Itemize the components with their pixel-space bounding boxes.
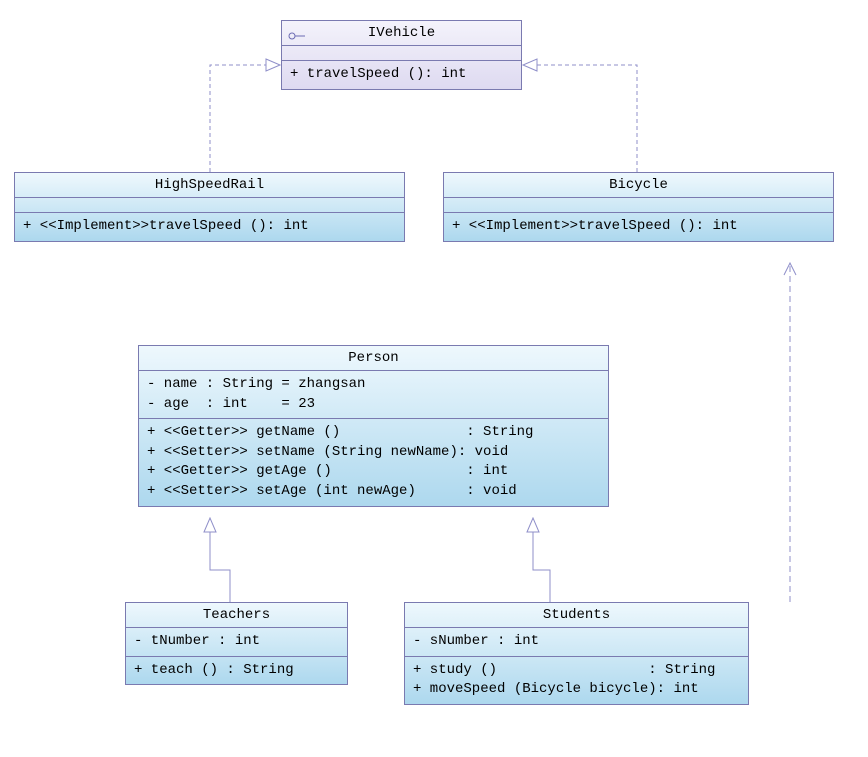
attribute: - age : int = 23 xyxy=(147,395,600,415)
class-name: IVehicle xyxy=(368,25,435,41)
class-name: Teachers xyxy=(203,607,270,623)
class-teachers: Teachers - tNumber : int + teach () : St… xyxy=(125,602,348,685)
methods-section: + teach () : String xyxy=(126,657,347,685)
class-name: Bicycle xyxy=(609,177,668,193)
method: + <<Getter>> getName () : String xyxy=(147,423,600,443)
attributes-section xyxy=(282,46,521,61)
methods-section: + travelSpeed (): int xyxy=(282,61,521,89)
class-title: Person xyxy=(139,346,608,371)
class-title: IVehicle xyxy=(282,21,521,46)
method: + teach () : String xyxy=(134,661,339,681)
class-person: Person - name : String = zhangsan - age … xyxy=(138,345,609,507)
method: + <<Setter>> setName (String newName): v… xyxy=(147,443,600,463)
attributes-section xyxy=(444,198,833,213)
attributes-section: - tNumber : int xyxy=(126,628,347,657)
method: + <<Setter>> setAge (int newAge) : void xyxy=(147,482,600,502)
class-title: Students xyxy=(405,603,748,628)
methods-section: + study () : String + moveSpeed (Bicycle… xyxy=(405,657,748,704)
class-ivehicle: IVehicle + travelSpeed (): int xyxy=(281,20,522,90)
attributes-section xyxy=(15,198,404,213)
methods-section: + <<Getter>> getName () : String + <<Set… xyxy=(139,419,608,505)
method: + <<Getter>> getAge () : int xyxy=(147,462,600,482)
attributes-section: - sNumber : int xyxy=(405,628,748,657)
class-name: Person xyxy=(348,350,398,366)
method: + <<Implement>>travelSpeed (): int xyxy=(452,217,825,237)
class-highspeedrail: HighSpeedRail + <<Implement>>travelSpeed… xyxy=(14,172,405,242)
method: + travelSpeed (): int xyxy=(290,65,513,85)
class-bicycle: Bicycle + <<Implement>>travelSpeed (): i… xyxy=(443,172,834,242)
class-title: HighSpeedRail xyxy=(15,173,404,198)
interface-icon xyxy=(288,29,306,37)
class-students: Students - sNumber : int + study () : St… xyxy=(404,602,749,705)
class-title: Teachers xyxy=(126,603,347,628)
class-name: Students xyxy=(543,607,610,623)
attribute: - sNumber : int xyxy=(413,632,740,652)
method: + moveSpeed (Bicycle bicycle): int xyxy=(413,680,740,700)
class-title: Bicycle xyxy=(444,173,833,198)
methods-section: + <<Implement>>travelSpeed (): int xyxy=(444,213,833,241)
class-name: HighSpeedRail xyxy=(155,177,264,193)
attribute: - tNumber : int xyxy=(134,632,339,652)
attributes-section: - name : String = zhangsan - age : int =… xyxy=(139,371,608,419)
method: + study () : String xyxy=(413,661,740,681)
methods-section: + <<Implement>>travelSpeed (): int xyxy=(15,213,404,241)
uml-diagram: IVehicle + travelSpeed (): int HighSpeed… xyxy=(0,0,868,757)
method: + <<Implement>>travelSpeed (): int xyxy=(23,217,396,237)
attribute: - name : String = zhangsan xyxy=(147,375,600,395)
